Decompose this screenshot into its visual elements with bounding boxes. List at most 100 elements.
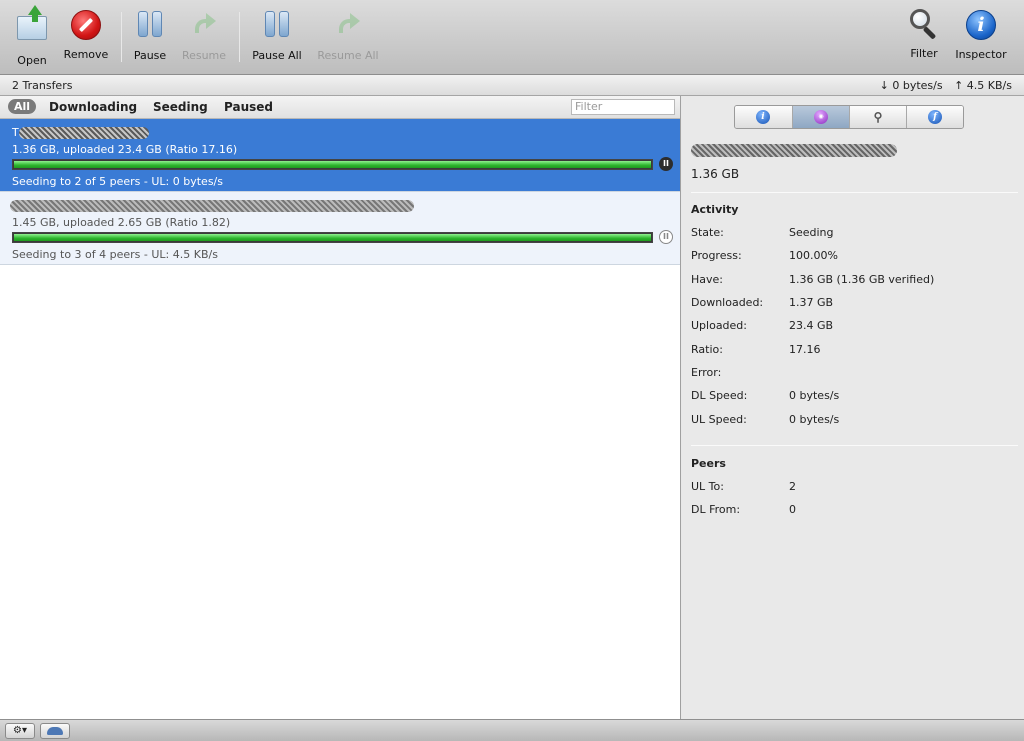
field-label: DL Speed:: [691, 389, 748, 402]
activity-error: Error:: [691, 366, 1011, 380]
resume-label: Resume: [181, 49, 227, 62]
filter-bar: All Downloading Seeding Paused Filter: [0, 96, 680, 119]
field-label: UL To:: [691, 480, 724, 493]
tab-activity[interactable]: ◉: [792, 106, 849, 128]
redacted-name: [10, 200, 414, 212]
resume-all-label: Resume All: [317, 49, 379, 62]
activity-ul-speed: UL Speed: 0 bytes/s: [691, 413, 1011, 427]
upload-rate: ↑ 4.5 KB/s: [954, 79, 1012, 92]
open-label: Open: [17, 54, 47, 67]
pause-torrent-button[interactable]: II: [659, 157, 673, 171]
resume-icon: [187, 11, 221, 45]
activity-icon: ◉: [814, 110, 828, 124]
remove-button[interactable]: Remove: [60, 8, 112, 61]
pause-icon: [133, 11, 167, 45]
field-label: State:: [691, 226, 724, 239]
pause-torrent-button[interactable]: II: [659, 230, 673, 244]
progress-bar: [12, 232, 653, 243]
field-value: 100.00%: [789, 249, 838, 262]
tab-peers[interactable]: ⚲: [849, 106, 906, 128]
field-label: Progress:: [691, 249, 742, 262]
resume-all-icon: [331, 11, 365, 45]
activity-uploaded: Uploaded: 23.4 GB: [691, 319, 1011, 333]
status-bar: 2 Transfers ↓ 0 bytes/s ↑ 4.5 KB/s: [0, 75, 1024, 96]
peers-icon: ⚲: [873, 110, 883, 124]
inspector-label: Inspector: [955, 48, 1007, 61]
pause-all-label: Pause All: [252, 49, 302, 62]
open-button[interactable]: Open: [12, 5, 52, 67]
torrent-row[interactable]: 1.45 GB, uploaded 2.65 GB (Ratio 1.82) I…: [0, 192, 680, 265]
peers-dl-from: DL From: 0: [691, 503, 1011, 517]
files-icon: f: [928, 110, 942, 124]
resume-all-button[interactable]: Resume All: [314, 8, 382, 62]
activity-downloaded: Downloaded: 1.37 GB: [691, 296, 1011, 310]
divider: [691, 192, 1018, 193]
field-label: Uploaded:: [691, 319, 747, 332]
peers-ul-to: UL To: 2: [691, 480, 1011, 494]
inspector-size: 1.36 GB: [691, 167, 740, 181]
torrent-name: T: [12, 126, 149, 139]
toolbar-separator: [121, 12, 122, 62]
field-value: 17.16: [789, 343, 821, 356]
pause-all-button[interactable]: Pause All: [248, 8, 306, 62]
progress-fill: [14, 161, 651, 168]
torrent-info: 1.36 GB, uploaded 23.4 GB (Ratio 17.16): [12, 143, 238, 156]
tab-files[interactable]: f: [906, 106, 963, 128]
torrent-status: Seeding to 2 of 5 peers - UL: 0 bytes/s: [12, 175, 223, 188]
transfer-list-pane: All Downloading Seeding Paused Filter T …: [0, 96, 681, 719]
activity-state: State: Seeding: [691, 226, 1011, 240]
filter-paused-button[interactable]: Paused: [224, 100, 273, 114]
filter-all-button[interactable]: All: [8, 99, 37, 114]
progress-fill: [14, 234, 651, 241]
inspector-button[interactable]: i Inspector: [952, 8, 1010, 61]
resume-button[interactable]: Resume: [178, 8, 230, 62]
inspector-tabs: i ◉ ⚲ f: [734, 105, 964, 129]
activity-ratio: Ratio: 17.16: [691, 343, 1011, 357]
field-label: UL Speed:: [691, 413, 747, 426]
inspector-icon: i: [964, 10, 998, 44]
activity-progress: Progress: 100.00%: [691, 249, 1011, 263]
tab-info[interactable]: i: [735, 106, 792, 128]
field-label: Error:: [691, 366, 722, 379]
pause-label: Pause: [133, 49, 167, 62]
filter-search-input[interactable]: Filter: [571, 99, 675, 115]
filter-seeding-button[interactable]: Seeding: [153, 100, 208, 114]
field-label: DL From:: [691, 503, 741, 516]
speed-limit-button[interactable]: [40, 723, 70, 739]
field-value: 23.4 GB: [789, 319, 834, 332]
torrent-status: Seeding to 3 of 4 peers - UL: 4.5 KB/s: [12, 248, 218, 261]
transfer-count: 2 Transfers: [12, 79, 73, 92]
remove-icon: [69, 10, 103, 44]
turtle-icon: [47, 727, 63, 735]
info-icon: i: [756, 110, 770, 124]
torrent-row[interactable]: T 1.36 GB, uploaded 23.4 GB (Ratio 17.16…: [0, 119, 680, 192]
remove-label: Remove: [63, 48, 109, 61]
action-menu-button[interactable]: ⚙▾: [5, 723, 35, 739]
field-value: Seeding: [789, 226, 834, 239]
field-label: Have:: [691, 273, 723, 286]
filter-downloading-button[interactable]: Downloading: [49, 100, 137, 114]
bottom-bar: ⚙▾: [0, 719, 1024, 741]
field-value: 0: [789, 503, 796, 516]
inspector-torrent-name: [691, 144, 897, 157]
torrent-name: [10, 199, 414, 212]
field-label: Ratio:: [691, 343, 723, 356]
gear-icon: ⚙▾: [13, 725, 27, 736]
progress-bar: [12, 159, 653, 170]
divider: [691, 445, 1018, 446]
activity-have: Have: 1.36 GB (1.36 GB verified): [691, 273, 1011, 287]
torrent-name-visible: T: [12, 126, 19, 139]
pause-button[interactable]: Pause: [129, 8, 171, 62]
download-rate: ↓ 0 bytes/s: [879, 79, 943, 92]
toolbar-separator: [239, 12, 240, 62]
field-value: 2: [789, 480, 796, 493]
field-label: Downloaded:: [691, 296, 764, 309]
field-value: 0 bytes/s: [789, 389, 840, 402]
transfer-rates: ↓ 0 bytes/s ↑ 4.5 KB/s: [872, 79, 1012, 92]
activity-dl-speed: DL Speed: 0 bytes/s: [691, 389, 1011, 403]
magnifier-icon: [907, 9, 941, 43]
pause-all-icon: [260, 11, 294, 45]
filter-label: Filter: [910, 47, 938, 60]
filter-button[interactable]: Filter: [904, 8, 944, 60]
toolbar: Open Remove Pause Resume Pause All Resum…: [0, 0, 1024, 75]
